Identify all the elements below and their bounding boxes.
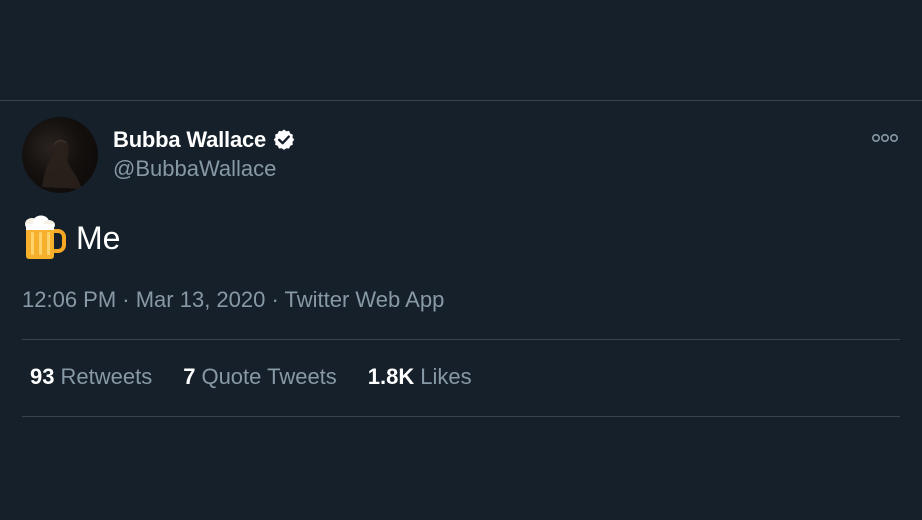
tweet-date[interactable]: Mar 13, 2020 bbox=[136, 287, 266, 312]
stats-bottom-divider bbox=[22, 416, 900, 417]
likes-label: Likes bbox=[420, 364, 472, 389]
tweet-body: Me bbox=[22, 214, 120, 262]
tweet-time[interactable]: 12:06 PM bbox=[22, 287, 116, 312]
retweets-count: 93 bbox=[30, 364, 55, 389]
meta-separator: · bbox=[116, 287, 136, 312]
tweet-stats: 93 Retweets 7 Quote Tweets 1.8K Likes bbox=[30, 364, 503, 390]
quote-tweets-count: 7 bbox=[183, 364, 196, 389]
author-name-row: Bubba Wallace bbox=[113, 124, 296, 156]
more-options-icon[interactable] bbox=[870, 129, 900, 147]
beer-mug-icon bbox=[22, 215, 66, 261]
top-divider bbox=[0, 100, 922, 101]
tweet-text: Me bbox=[76, 219, 121, 256]
tweet-page: Bubba Wallace @BubbaWallace Me 12:06 PM … bbox=[0, 0, 922, 520]
likes-stat[interactable]: 1.8K Likes bbox=[368, 364, 472, 390]
verified-badge-icon bbox=[272, 128, 296, 152]
author-display-name[interactable]: Bubba Wallace bbox=[113, 127, 266, 153]
retweets-stat[interactable]: 93 Retweets bbox=[30, 364, 152, 390]
meta-separator: · bbox=[265, 287, 285, 312]
quote-tweets-label: Quote Tweets bbox=[201, 364, 337, 389]
stats-top-divider bbox=[22, 339, 900, 340]
quote-tweets-stat[interactable]: 7 Quote Tweets bbox=[183, 364, 337, 390]
tweet-meta: 12:06 PM · Mar 13, 2020 · Twitter Web Ap… bbox=[22, 287, 444, 313]
retweets-label: Retweets bbox=[60, 364, 153, 389]
likes-count: 1.8K bbox=[367, 364, 415, 389]
avatar[interactable] bbox=[22, 117, 98, 193]
author-handle[interactable]: @BubbaWallace bbox=[113, 156, 276, 182]
tweet-source-link[interactable]: Twitter Web App bbox=[285, 287, 445, 312]
